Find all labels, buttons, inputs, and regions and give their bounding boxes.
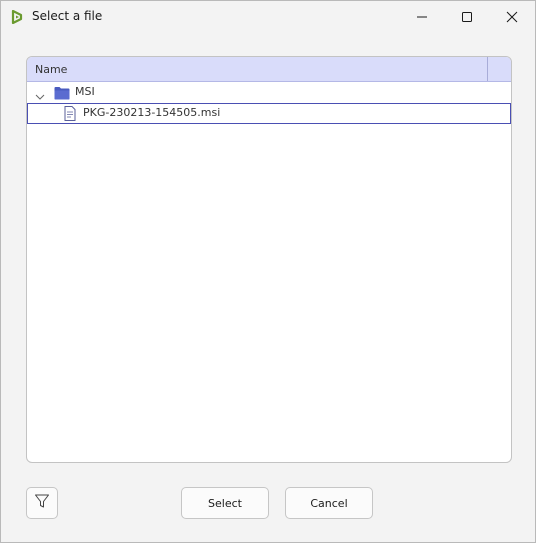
tree-item-folder[interactable]: MSI — [27, 82, 511, 102]
maximize-icon — [461, 8, 473, 27]
filter-button[interactable] — [26, 487, 58, 519]
folder-label: MSI — [75, 85, 95, 98]
file-label: PKG-230213-154505.msi — [83, 106, 221, 119]
title-bar: Select a file — [1, 1, 535, 33]
app-logo-icon — [10, 9, 24, 25]
select-button[interactable]: Select — [181, 487, 269, 519]
tree-header: Name — [27, 57, 511, 82]
close-icon — [506, 8, 518, 27]
column-divider[interactable] — [487, 57, 488, 81]
close-button[interactable] — [489, 1, 535, 33]
filter-icon — [34, 493, 50, 513]
column-header-name[interactable]: Name — [35, 63, 67, 76]
maximize-button[interactable] — [444, 1, 490, 33]
window-title: Select a file — [32, 9, 103, 23]
folder-icon — [54, 85, 70, 104]
tree-item-file[interactable]: PKG-230213-154505.msi — [27, 103, 511, 124]
minimize-button[interactable] — [399, 1, 445, 33]
file-tree[interactable]: Name MSI PKG-230213-154505.msi — [26, 56, 512, 463]
file-dialog-window: Select a file Name MSI PKG-230213-154505… — [0, 0, 536, 543]
cancel-button[interactable]: Cancel — [285, 487, 373, 519]
file-icon — [64, 106, 76, 125]
minimize-icon — [416, 8, 428, 27]
